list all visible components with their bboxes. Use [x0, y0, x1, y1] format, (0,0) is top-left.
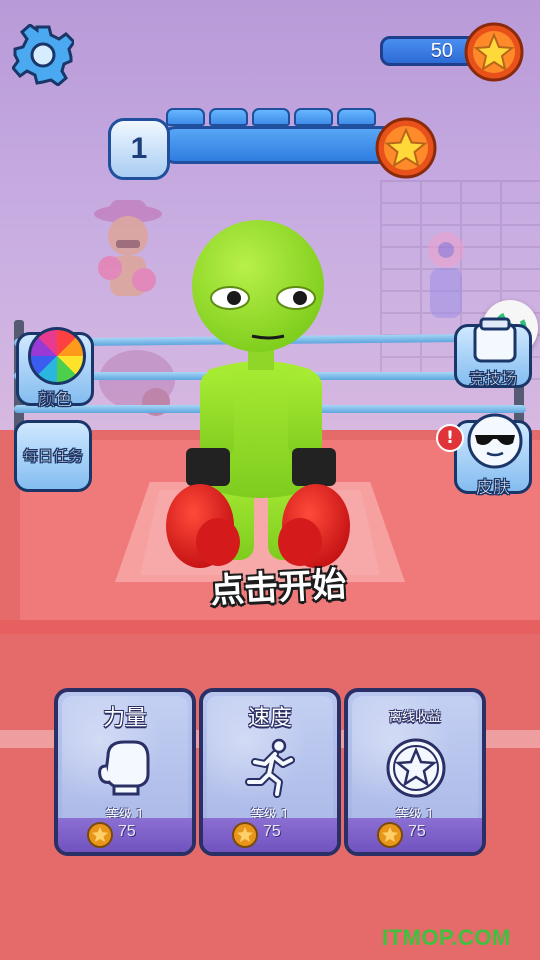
upgrade-cost: 75: [118, 823, 136, 840]
boxing-glove-icon: [98, 740, 150, 796]
star-coin-icon: [464, 22, 524, 82]
watermark: ITMOP.COM: [382, 925, 511, 950]
coin-icon: [87, 822, 113, 848]
star-coin-icon: [375, 117, 437, 179]
arena-label: 竞技场: [468, 369, 518, 389]
upgrade-cost-bar: 75: [58, 818, 192, 852]
level-segment: [337, 108, 376, 126]
upgrade-card-power[interactable]: 力量 等级 1 75: [54, 688, 196, 856]
upgrade-cost-bar: 75: [348, 818, 482, 852]
daily-tasks-button[interactable]: 每日任务: [14, 420, 92, 492]
coin-icon: [377, 822, 403, 848]
gear-icon: [11, 23, 76, 87]
star-circle-icon: [386, 738, 446, 798]
level-segment: [294, 108, 334, 126]
level-number: 1: [108, 118, 170, 180]
level-segments: [166, 108, 376, 128]
color-button[interactable]: 颜色: [16, 327, 94, 410]
upgrade-title: 速度: [247, 706, 292, 731]
running-man-icon: [245, 738, 295, 798]
upgrade-card-offline-income[interactable]: 离线收益 等级 1 75: [344, 688, 486, 856]
arena-button[interactable]: 竞技场: [454, 317, 532, 389]
coin-count: 50: [430, 40, 453, 62]
upgrade-title: 离线收益: [388, 710, 441, 725]
tap-to-start-text[interactable]: 点击开始: [197, 556, 359, 613]
color-wheel-icon: [28, 327, 86, 385]
upgrade-cost: 75: [263, 823, 281, 840]
player-character: [166, 220, 350, 568]
coin-icon: [232, 822, 258, 848]
settings-button[interactable]: [11, 23, 76, 87]
daily-tasks-label: 每日任务: [22, 447, 84, 466]
upgrade-cost-bar: 75: [203, 818, 337, 852]
skin-button[interactable]: 皮肤: [454, 413, 532, 498]
skin-alert-badge: !: [436, 424, 464, 452]
level-segment: [251, 108, 291, 126]
skin-label: 皮肤: [476, 478, 511, 499]
arena-icon: [473, 317, 517, 363]
ring-edge: [0, 620, 540, 634]
color-label: 颜色: [38, 390, 73, 411]
upgrade-cost: 75: [408, 823, 426, 840]
background-opponent-hat: [94, 200, 162, 296]
level-segment: [166, 108, 205, 126]
level-progress: 1: [108, 108, 438, 182]
upgrade-title: 力量: [102, 706, 147, 731]
level-segment: [208, 108, 248, 126]
sunglasses-face-icon: [467, 413, 523, 469]
upgrade-card-speed[interactable]: 速度 等级 1 75: [199, 688, 341, 856]
